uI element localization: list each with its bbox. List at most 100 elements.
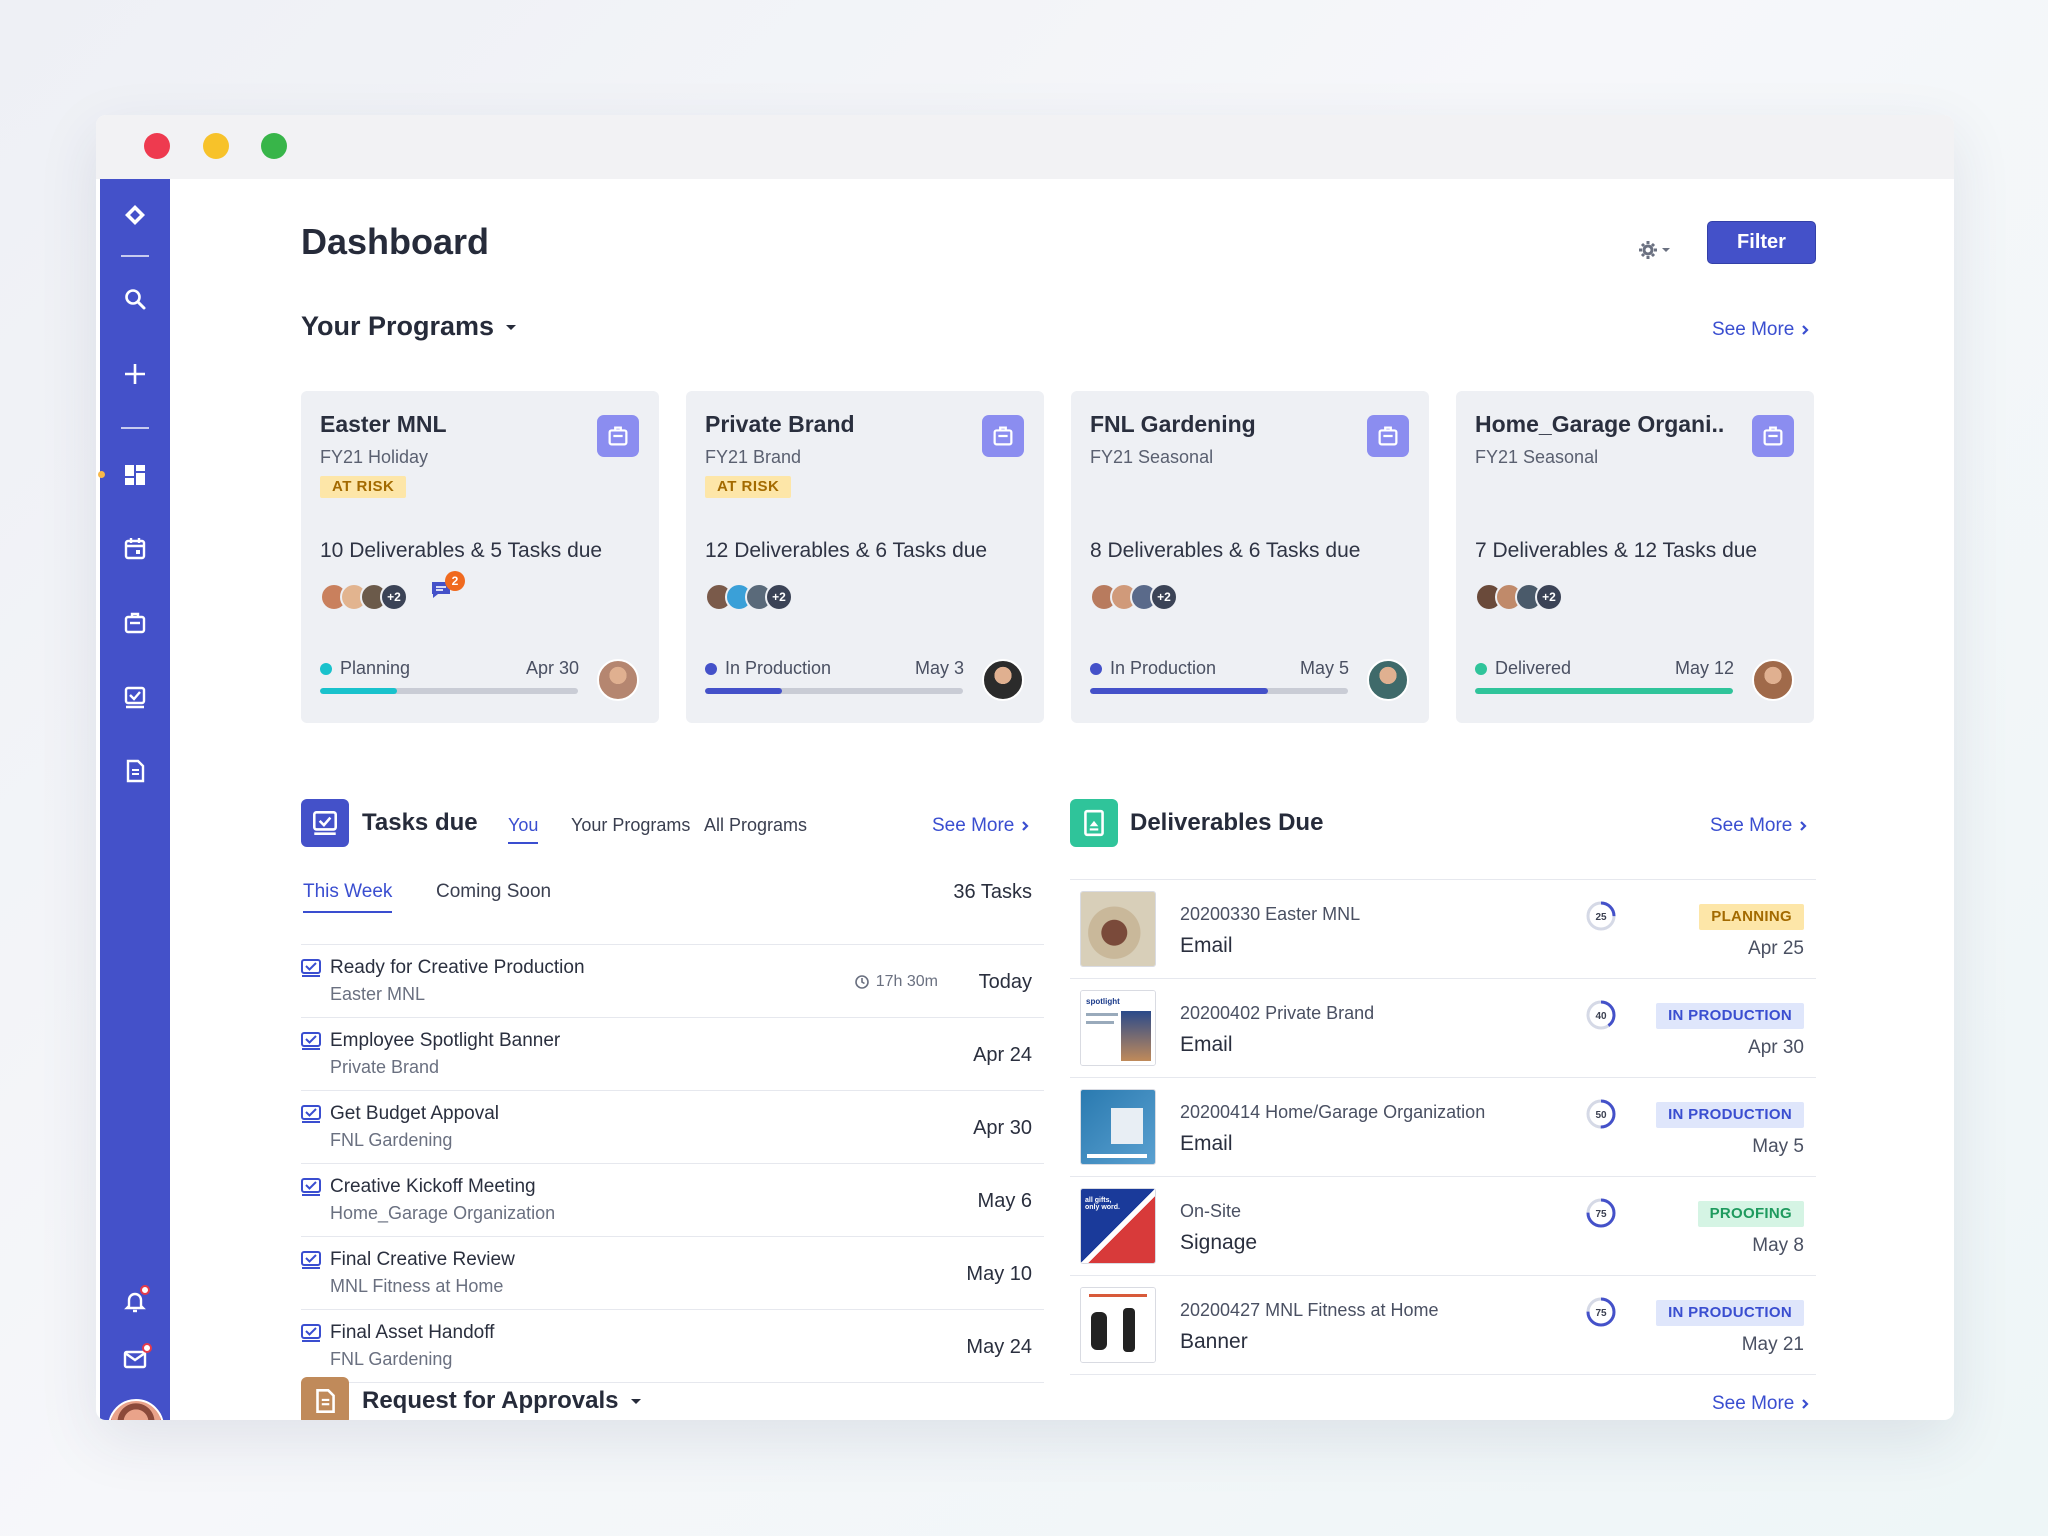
close-window-button[interactable] (144, 133, 170, 159)
deliverable-id: 20200402 Private Brand (1180, 1003, 1375, 1023)
tab-your-programs[interactable]: Your Programs (571, 815, 690, 836)
tab-you[interactable]: You (508, 815, 539, 844)
task-due-date: May 24 (966, 1336, 1032, 1358)
program-name: Home_Garage Organi.. (1475, 411, 1725, 437)
progress-ring: 75 (1585, 1296, 1617, 1328)
programs-see-more-link[interactable]: See More (1712, 319, 1810, 341)
owner-avatar[interactable] (597, 659, 639, 701)
minimize-window-button[interactable] (203, 133, 229, 159)
progress-ring-label: 40 (1595, 1011, 1607, 1022)
deliverable-thumbnail[interactable] (1080, 1287, 1156, 1363)
mail-icon[interactable] (100, 1339, 170, 1379)
see-more-label: See More (1712, 1393, 1795, 1414)
program-subtitle: FY21 Holiday (320, 447, 429, 467)
owner-avatar[interactable] (1752, 659, 1794, 701)
task-row[interactable]: Final Asset Handoff FNL Gardening May 24 (301, 1309, 1044, 1382)
bell-icon[interactable] (100, 1281, 170, 1321)
deliverable-thumbnail[interactable] (1080, 1089, 1156, 1165)
task-checkbox-icon[interactable] (301, 959, 321, 977)
user-avatar[interactable] (108, 1399, 164, 1420)
program-card[interactable]: Private Brand FY21 Brand AT RISK 12 Deli… (686, 391, 1044, 723)
more-avatars-badge[interactable]: +2 (380, 583, 408, 611)
program-subtitle: FY21 Seasonal (1475, 447, 1599, 467)
task-row[interactable]: Ready for Creative Production Easter MNL… (301, 944, 1044, 1017)
program-card[interactable]: Home_Garage Organi.. FY21 Seasonal 7 Del… (1456, 391, 1814, 723)
deliverable-due-date: Apr 30 (1748, 1037, 1804, 1058)
task-row[interactable]: Final Creative Review MNL Fitness at Hom… (301, 1236, 1044, 1309)
program-card[interactable]: FNL Gardening FY21 Seasonal 8 Deliverabl… (1071, 391, 1429, 723)
approvals-see-more-link[interactable]: See More (1712, 1393, 1810, 1415)
status-badge: PROOFING (1697, 1201, 1804, 1227)
comments-button[interactable]: 2 (429, 571, 465, 608)
filter-button[interactable]: Filter (1707, 221, 1816, 264)
progress-bar (705, 688, 963, 694)
tasks-see-more-link[interactable]: See More (932, 815, 1030, 837)
tab-this-week[interactable]: This Week (303, 881, 393, 913)
deliverable-id: 20200427 MNL Fitness at Home (1180, 1300, 1439, 1320)
task-row[interactable]: Creative Kickoff Meeting Home_Garage Org… (301, 1163, 1044, 1236)
clock-icon (854, 975, 869, 989)
sidebar-divider (121, 427, 149, 429)
task-checkbox-icon[interactable] (301, 1178, 321, 1196)
calendar-icon[interactable] (100, 529, 170, 569)
search-icon[interactable] (100, 279, 170, 319)
more-avatars-badge[interactable]: +2 (765, 583, 793, 611)
maximize-window-button[interactable] (261, 133, 287, 159)
deliverable-row[interactable]: 20200330 Easter MNL Email 25 PLANNING Ap… (1070, 879, 1816, 978)
program-deliverables-count: 8 Deliverables & 6 Tasks due (1090, 539, 1361, 562)
sidebar-divider (121, 255, 149, 257)
approvals-icon (301, 1377, 349, 1420)
task-checkbox-icon[interactable] (301, 1032, 321, 1050)
settings-menu-button[interactable] (1638, 235, 1678, 265)
owner-avatar[interactable] (982, 659, 1024, 701)
deliverable-row[interactable]: all gifts, only word. On-Site Signage 75… (1070, 1176, 1816, 1275)
program-deliverables-count: 7 Deliverables & 12 Tasks due (1475, 539, 1758, 562)
deliverable-type: Email (1180, 1033, 1233, 1056)
your-programs-title: Your Programs (301, 311, 495, 341)
deliverable-row[interactable]: 20200414 Home/Garage Organization Email … (1070, 1077, 1816, 1176)
deliverable-due-date: May 8 (1752, 1235, 1804, 1256)
task-count: 36 Tasks (953, 881, 1032, 903)
time-remaining: 17h 30m (854, 973, 938, 991)
approvals-dropdown[interactable]: Request for Approvals (362, 1387, 643, 1415)
task-checkbox-icon[interactable] (301, 1251, 321, 1269)
chevron-right-icon (1800, 821, 1807, 831)
progress-bar (1475, 688, 1733, 694)
tab-coming-soon[interactable]: Coming Soon (436, 881, 551, 903)
deliverables-see-more-link[interactable]: See More (1710, 815, 1808, 837)
task-title: Final Creative Review (330, 1249, 515, 1270)
deliverable-row[interactable]: 20200427 MNL Fitness at Home Banner 75 I… (1070, 1275, 1816, 1374)
deliverable-thumbnail[interactable] (1080, 891, 1156, 967)
page-title: Dashboard (301, 221, 490, 262)
dashboard-icon[interactable] (100, 455, 170, 495)
progress-bar (320, 688, 578, 694)
briefcase-icon (1752, 415, 1794, 457)
task-checkbox-icon[interactable] (301, 1105, 321, 1123)
more-avatars-badge[interactable]: +2 (1535, 583, 1563, 611)
logo-icon[interactable] (100, 195, 170, 235)
task-row[interactable]: Get Budget Appoval FNL Gardening Apr 30 (301, 1090, 1044, 1163)
tab-all-programs[interactable]: All Programs (704, 815, 807, 836)
task-checkbox-icon[interactable] (301, 1324, 321, 1342)
your-programs-dropdown[interactable]: Your Programs (301, 311, 518, 342)
tasks-icon[interactable] (100, 677, 170, 717)
team-avatars: +2 (320, 583, 408, 611)
document-icon[interactable] (100, 751, 170, 791)
briefcase-icon[interactable] (100, 603, 170, 643)
chevron-right-icon (1802, 325, 1809, 335)
deliverable-thumbnail[interactable]: spotlight (1080, 990, 1156, 1066)
chevron-right-icon (1022, 821, 1029, 831)
deliverable-row[interactable]: spotlight 20200402 Private Brand Email 4… (1070, 978, 1816, 1077)
task-due-date: Apr 30 (973, 1117, 1032, 1139)
owner-avatar[interactable] (1367, 659, 1409, 701)
plus-icon[interactable] (100, 354, 170, 394)
more-avatars-badge[interactable]: +2 (1150, 583, 1178, 611)
program-card[interactable]: Easter MNL FY21 Holiday AT RISK 10 Deliv… (301, 391, 659, 723)
program-status: In Production (705, 658, 831, 679)
deliverable-thumbnail[interactable]: all gifts, only word. (1080, 1188, 1156, 1264)
status-badge: IN PRODUCTION (1656, 1102, 1804, 1128)
task-row[interactable]: Employee Spotlight Banner Private Brand … (301, 1017, 1044, 1090)
task-title: Ready for Creative Production (330, 957, 585, 978)
status-badge: IN PRODUCTION (1656, 1003, 1804, 1029)
program-name: Private Brand (705, 411, 855, 437)
